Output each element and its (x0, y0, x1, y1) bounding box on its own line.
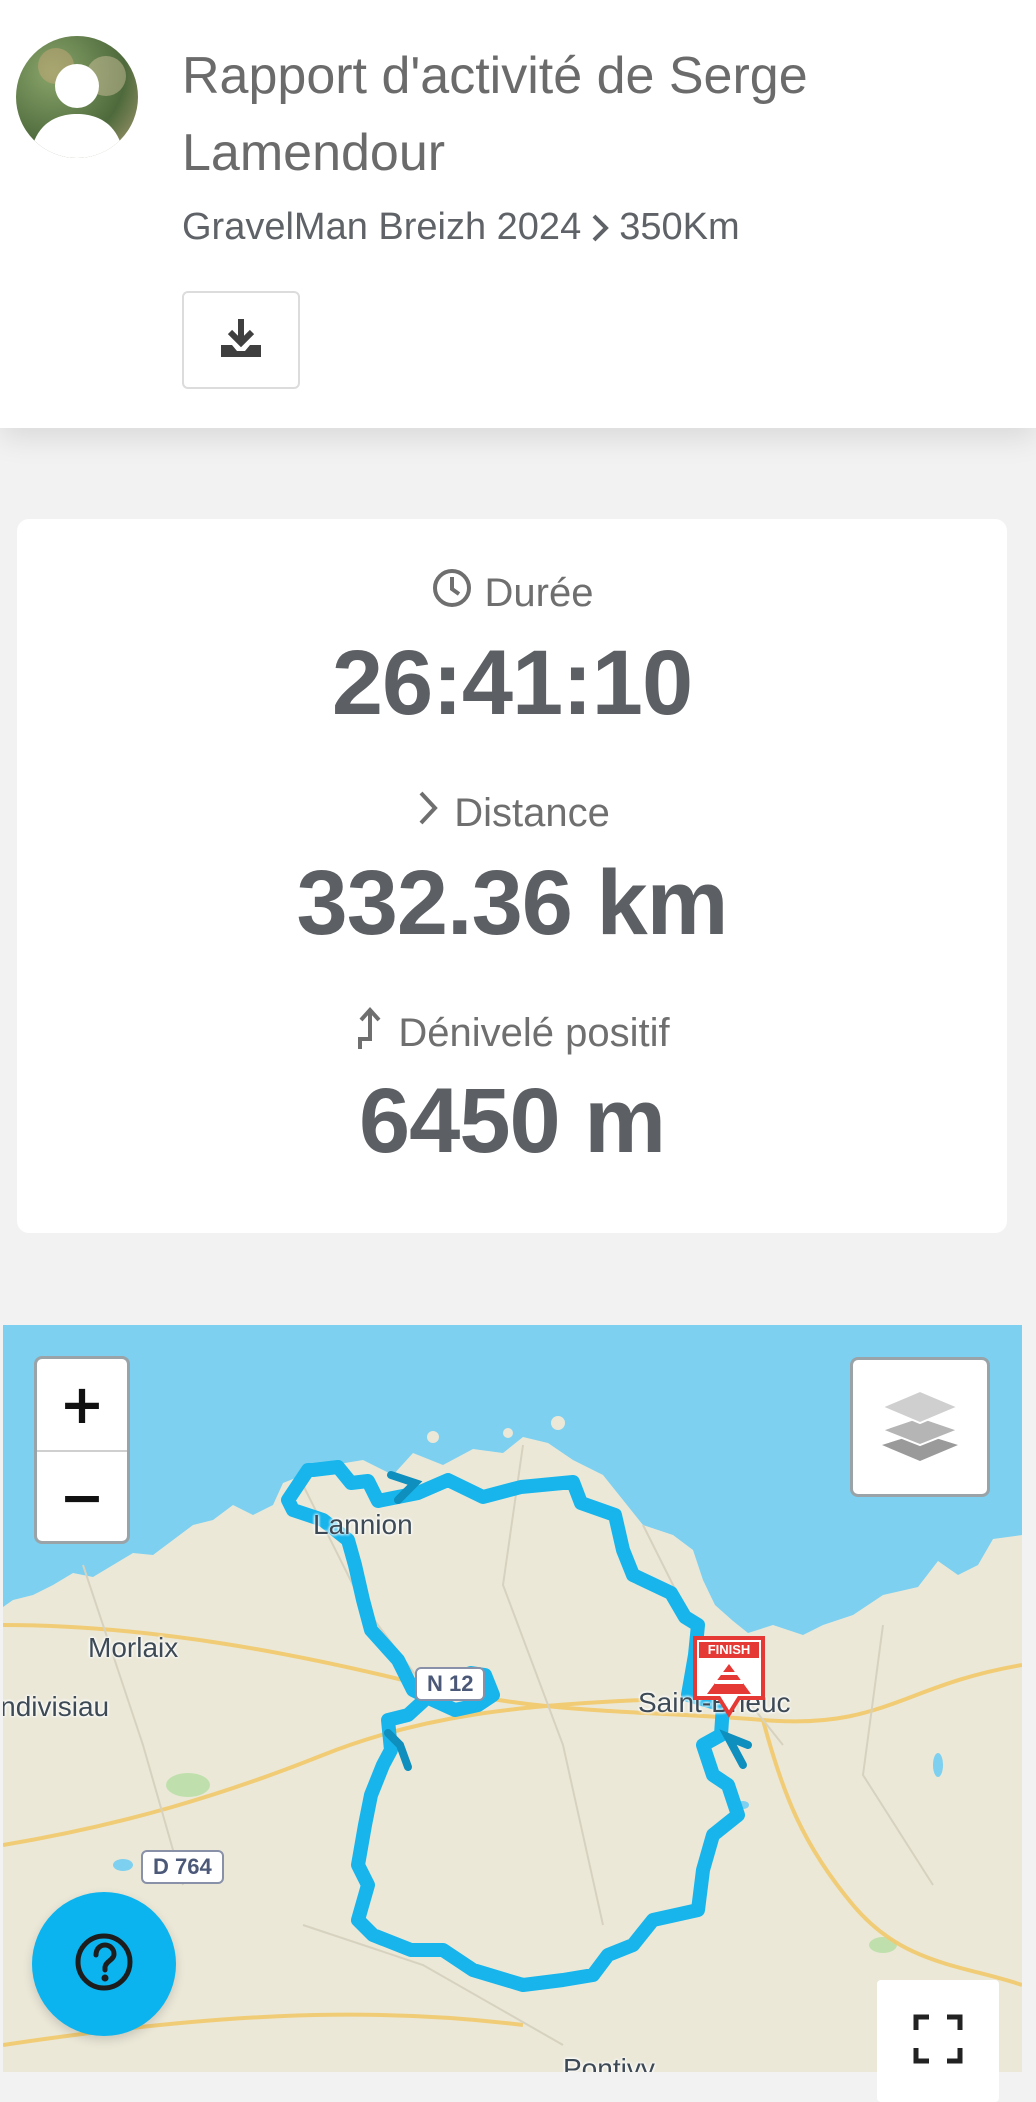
fullscreen-icon (913, 2014, 963, 2069)
breadcrumb-course[interactable]: 350Km (619, 206, 739, 249)
arrow-up-icon (354, 1005, 386, 1061)
map-label-morlaix: Morlaix (88, 1632, 179, 1663)
finish-marker[interactable]: FINISH (691, 1634, 767, 1718)
breadcrumb: GravelMan Breizh 2024 350Km (182, 206, 740, 249)
map-label-lannion: Lannion (313, 1509, 413, 1540)
distance-label: Distance (454, 790, 610, 835)
duration-value: 26:41:10 (331, 632, 693, 734)
help-button[interactable] (32, 1892, 176, 2036)
distance-value: 332.36 km (296, 852, 729, 954)
road-sign-d764: D 764 (141, 1850, 224, 1884)
duration-label: Durée (484, 570, 594, 615)
activity-stats-card: Durée 26:41:10 Distance 332.36 km Dénive… (17, 519, 1007, 1233)
profile-header: Rapport d'activité de Serge Lamendour Gr… (0, 0, 1036, 428)
elevation-label: Dénivelé positif (398, 1010, 670, 1055)
map-label-pontivy: Pontivy (563, 2053, 655, 2072)
road-sign-n12: N 12 (415, 1667, 486, 1701)
elevation-value: 6450 m (358, 1070, 666, 1172)
zoom-out-button[interactable]: − (37, 1452, 127, 1541)
duration-label-row: Durée (17, 567, 1007, 619)
chevron-right-icon (585, 210, 615, 246)
fullscreen-button[interactable] (877, 1980, 999, 2102)
breadcrumb-event[interactable]: GravelMan Breizh 2024 (182, 206, 581, 249)
layers-button[interactable] (850, 1357, 990, 1497)
zoom-control: + − (34, 1356, 130, 1544)
elevation-label-row: Dénivelé positif (17, 1005, 1007, 1061)
help-icon (72, 1930, 136, 1999)
distance-label-row: Distance (17, 787, 1007, 839)
download-button[interactable] (182, 291, 300, 389)
zoom-in-button[interactable]: + (37, 1359, 127, 1452)
clock-icon (431, 567, 473, 619)
page-title: Rapport d'activité de Serge Lamendour (182, 47, 808, 182)
map-label-landivisiau: Landivisiau (3, 1691, 110, 1722)
layers-icon (878, 1385, 962, 1470)
chevron-right-icon (414, 787, 442, 839)
finish-label: FINISH (707, 1642, 751, 1657)
user-avatar (16, 36, 138, 158)
download-icon (218, 315, 264, 366)
